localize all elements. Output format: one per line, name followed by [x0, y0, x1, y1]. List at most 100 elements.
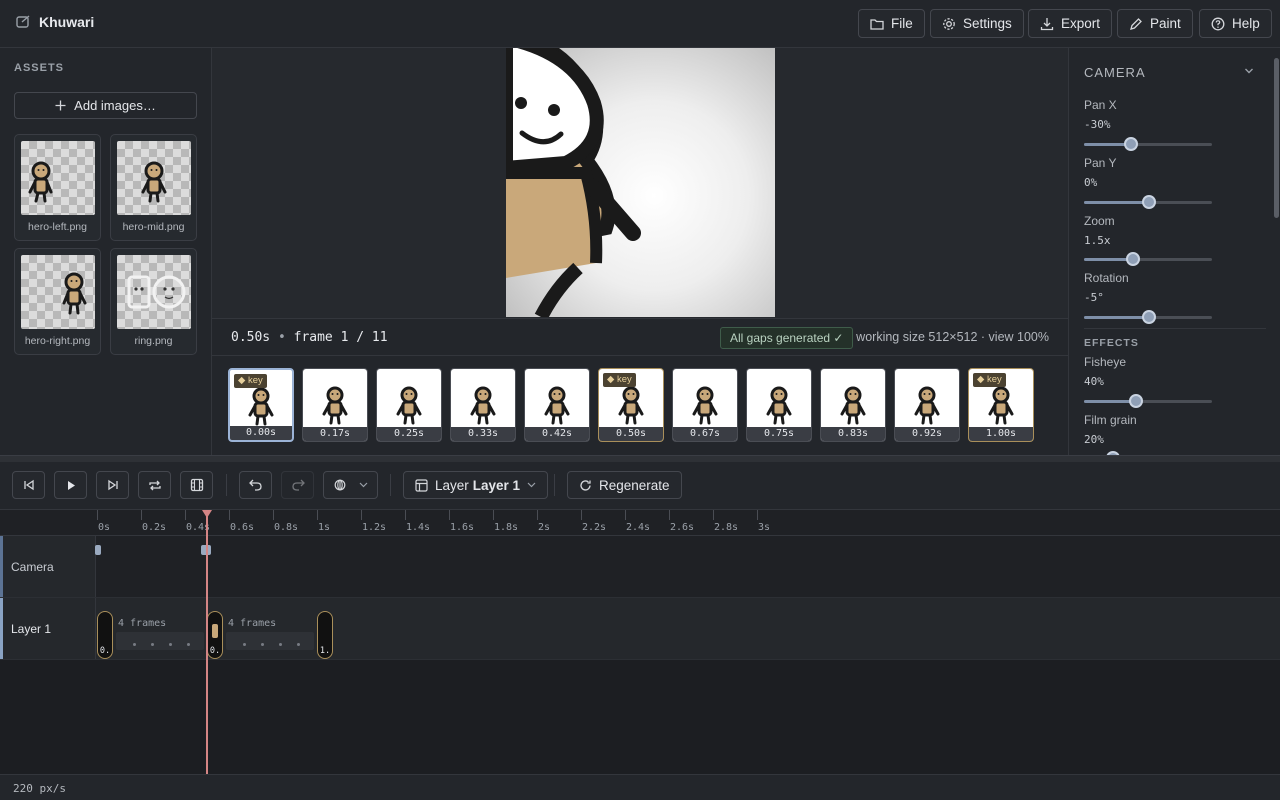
skip-to-start-button[interactable] — [12, 471, 45, 499]
frame-thumbnail[interactable]: 0.92s — [894, 368, 960, 442]
character-figure-icon — [322, 386, 348, 425]
slider-knob[interactable] — [1129, 394, 1143, 408]
chevron-down-icon[interactable] — [1244, 67, 1254, 75]
playhead-handle[interactable] — [202, 510, 212, 518]
assets-panel: ASSETS Add images… hero-left.png hero-mi… — [0, 48, 212, 455]
ruler-tick-label: 1.4s — [406, 522, 431, 533]
layer-selector-name: Layer 1 — [472, 477, 521, 493]
keyframe-clip[interactable]: 1. — [317, 611, 333, 659]
slider-knob[interactable] — [1126, 252, 1140, 266]
assets-title: ASSETS — [14, 62, 65, 74]
scrollbar-thumb[interactable] — [1274, 58, 1279, 218]
asset-card-hero-mid[interactable]: hero-mid.png — [110, 134, 197, 241]
ruler-tick — [97, 510, 98, 520]
frame-thumbnail[interactable]: 0.75s — [746, 368, 812, 442]
effects-title: EFFECTS — [1084, 337, 1139, 349]
frame-thumbnail[interactable]: 0.17s — [302, 368, 368, 442]
pan-y-label: Pan Y — [1084, 156, 1117, 170]
asset-card-ring[interactable]: ring.png — [110, 248, 197, 355]
film-view-button[interactable] — [180, 471, 213, 499]
zoom-slider[interactable] — [1084, 252, 1212, 266]
frame-thumbnail[interactable]: 0.67s — [672, 368, 738, 442]
panel-scrollbar[interactable] — [1273, 54, 1280, 449]
keyframe-clip[interactable]: 0. — [207, 611, 223, 659]
pan-x-label: Pan X — [1084, 98, 1117, 112]
asset-card-hero-right[interactable]: hero-right.png — [14, 248, 101, 355]
frame-thumbnail[interactable]: 0.42s — [524, 368, 590, 442]
rotation-label: Rotation — [1084, 271, 1129, 285]
gap-frame-dot — [261, 643, 264, 646]
timeline-ruler[interactable]: 0s 0.2s 0.4s 0.6s 0.8s 1s 1.2s 1.4s 1.6s 1.8s 2s 2.… — [0, 510, 1280, 536]
regenerate-button[interactable]: Regenerate — [567, 471, 682, 499]
loop-button[interactable] — [138, 471, 171, 499]
timeline-empty-area — [0, 660, 1280, 774]
skip-to-end-button[interactable] — [96, 471, 129, 499]
playhead[interactable] — [206, 510, 208, 774]
preview-canvas[interactable] — [506, 48, 775, 317]
file-button[interactable]: File — [858, 9, 925, 38]
ruler-tick — [581, 510, 582, 520]
onion-skin-dropdown[interactable] — [323, 471, 378, 499]
frame-strip: ◆ key 0.00s 0.17s 0.25s 0.33s 0.42s ◆ key 0.50s… — [212, 356, 1068, 455]
redo-icon — [291, 479, 305, 491]
undo-icon — [248, 479, 263, 491]
app-logo-icon — [16, 15, 30, 29]
film-icon — [190, 478, 204, 492]
keyframe-badge: ◆ key — [973, 373, 1006, 387]
help-button[interactable]: Help — [1199, 9, 1272, 38]
gap-frame-dot — [187, 643, 190, 646]
skip-forward-icon — [107, 479, 119, 491]
gap-frame-dot — [243, 643, 246, 646]
asset-thumbnail — [117, 255, 191, 329]
frame-thumbnail[interactable]: 0.83s — [820, 368, 886, 442]
add-images-button[interactable]: Add images… — [14, 92, 197, 119]
add-images-label: Add images… — [74, 98, 156, 113]
slider-knob[interactable] — [1124, 137, 1138, 151]
gap-frames-label: 4 frames — [228, 618, 277, 629]
character-figure-icon — [766, 386, 792, 425]
slider-knob[interactable] — [1142, 310, 1156, 324]
generated-gap[interactable]: 4 frames — [116, 618, 204, 650]
camera-keyframe[interactable] — [95, 545, 101, 555]
export-label: Export — [1061, 16, 1101, 31]
undo-button[interactable] — [239, 471, 272, 499]
rotation-value: -5° — [1084, 291, 1104, 304]
camera-track: Camera — [0, 536, 1280, 598]
chevron-down-icon — [527, 482, 536, 488]
zoom-label: Zoom — [1084, 214, 1115, 228]
fisheye-slider[interactable] — [1084, 394, 1212, 408]
paint-button[interactable]: Paint — [1117, 9, 1193, 38]
frame-thumbnail[interactable]: 0.25s — [376, 368, 442, 442]
rotation-slider[interactable] — [1084, 310, 1212, 324]
resize-divider[interactable] — [0, 455, 1280, 462]
toolbar-separator — [390, 474, 391, 496]
fisheye-value: 40% — [1084, 375, 1104, 388]
asset-card-hero-left[interactable]: hero-left.png — [14, 134, 101, 241]
camera-track-label[interactable]: Camera — [0, 536, 96, 597]
frame-thumbnail[interactable]: ◆ key 1.00s — [968, 368, 1034, 442]
settings-button[interactable]: Settings — [930, 9, 1024, 38]
frame-thumbnail[interactable]: ◆ key 0.50s — [598, 368, 664, 442]
layer-selector[interactable]: Layer Layer 1 — [403, 471, 549, 499]
pan-y-slider[interactable] — [1084, 195, 1212, 209]
export-button[interactable]: Export — [1028, 9, 1113, 38]
play-button[interactable] — [54, 471, 87, 499]
generated-gap[interactable]: 4 frames — [226, 618, 314, 650]
pan-x-slider[interactable] — [1084, 137, 1212, 151]
slider-knob[interactable] — [1142, 195, 1156, 209]
pen-icon — [1129, 17, 1143, 31]
clip-time-label: 0. — [99, 646, 111, 656]
regenerate-label: Regenerate — [599, 477, 670, 493]
ruler-tick-label: 1s — [318, 522, 331, 533]
gap-frames-label: 4 frames — [118, 618, 167, 629]
help-icon — [1211, 17, 1225, 31]
redo-button[interactable] — [281, 471, 314, 499]
frame-thumbnail[interactable]: 0.33s — [450, 368, 516, 442]
keyframe-clip[interactable]: 0. — [97, 611, 113, 659]
frame-thumbnail[interactable]: ◆ key 0.00s — [228, 368, 294, 442]
character-figure-icon — [141, 161, 167, 203]
character-figure-icon — [248, 387, 274, 426]
folder-icon — [870, 18, 884, 30]
layer-1-track-label[interactable]: Layer 1 — [0, 598, 96, 659]
brand: Khuwari — [16, 14, 94, 30]
